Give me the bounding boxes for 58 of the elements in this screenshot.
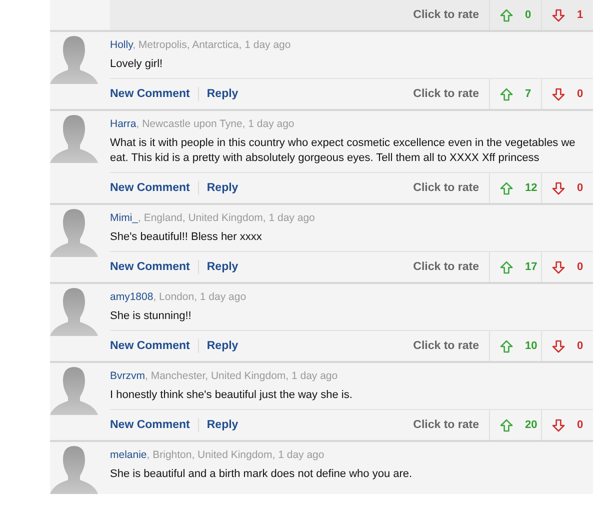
click-to-rate-label: Click to rate	[413, 88, 479, 100]
comment-link[interactable]: Reply	[206, 261, 238, 273]
comment-text: I honestly think she's beautiful just the way she is.	[110, 388, 354, 403]
comment-link[interactable]: New Comment	[110, 419, 190, 431]
comment-link[interactable]: Reply	[206, 419, 238, 431]
thumbs-up-arrow-icon[interactable]	[500, 260, 513, 274]
thumbs-down-arrow-icon[interactable]	[552, 340, 565, 352]
comment-link[interactable]: New Comment	[110, 182, 190, 194]
down-vote-count: 0	[577, 88, 584, 100]
thumbs-up-arrow-icon[interactable]	[500, 418, 513, 432]
click-to-rate-label: Click to rate	[413, 9, 479, 21]
comment-link[interactable]: Reply	[206, 340, 238, 352]
avatar-icon	[50, 207, 98, 257]
thumbs-up-arrow-icon[interactable]	[500, 88, 513, 100]
click-to-rate-label: Click to rate	[413, 419, 479, 431]
down-vote-count: 0	[577, 182, 584, 194]
comment-meta: Harra, Newcastle upon Tyne, 1 day ago	[110, 117, 296, 131]
up-vote-count: 20	[525, 419, 538, 431]
avatar-icon	[50, 113, 98, 163]
comment-text: Lovely girl!	[110, 57, 164, 72]
comment-meta: Bvrzvm, Manchester, United Kingdom, 1 day ago	[110, 369, 339, 383]
comment-link[interactable]: Reply	[206, 88, 238, 100]
avatar-icon	[50, 365, 98, 415]
comment-text: She is stunning!!	[110, 309, 192, 324]
avatar-icon	[50, 34, 98, 84]
comment-link[interactable]: Reply	[206, 182, 238, 194]
thumbs-up-arrow-icon[interactable]	[500, 182, 513, 194]
thumbs-up-arrow-icon[interactable]	[500, 8, 513, 22]
click-to-rate-label: Click to rate	[413, 340, 479, 352]
click-to-rate-label: Click to rate	[413, 261, 479, 273]
down-vote-count: 0	[577, 261, 584, 273]
up-vote-count: 7	[525, 88, 532, 100]
comment-meta: melanie, Brighton, United Kingdom, 1 day ago	[110, 448, 326, 462]
comment-meta: Mimi_, England, United Kingdom, 1 day ago	[110, 211, 316, 225]
thumbs-down-arrow-icon[interactable]	[552, 88, 565, 100]
up-vote-count: 0	[525, 9, 532, 21]
comment-link[interactable]: New Comment	[110, 88, 190, 100]
thumbs-down-arrow-icon[interactable]	[552, 8, 565, 22]
comment-meta: Holly, Metropolis, Antarctica, 1 day ago	[110, 38, 292, 52]
thumbs-down-arrow-icon[interactable]	[552, 182, 565, 194]
click-to-rate-label: Click to rate	[413, 182, 479, 194]
avatar-icon	[50, 444, 98, 494]
comment-meta: amy1808, London, 1 day ago	[110, 290, 248, 304]
down-vote-count: 0	[577, 340, 584, 352]
thumbs-down-arrow-icon[interactable]	[552, 260, 565, 274]
up-vote-count: 10	[525, 340, 538, 352]
comment-text: What is it with people in this country who expect cosmetic excellence even in the vegetables we eat. This kid is a pretty with absolutely gorgeous eyes. Tell them all to XXXX Xff princess	[110, 136, 576, 166]
up-vote-count: 17	[525, 261, 538, 273]
comment-text: She is beautiful and a birth mark does not define who you are.	[110, 467, 414, 482]
thumbs-down-arrow-icon[interactable]	[552, 418, 565, 432]
comment-link[interactable]: New Comment	[110, 340, 190, 352]
comment-link[interactable]: New Comment	[110, 261, 190, 273]
thumbs-up-arrow-icon[interactable]	[500, 340, 513, 352]
down-vote-count: 0	[577, 419, 584, 431]
down-vote-count: 1	[577, 9, 584, 21]
comment-text: She's beautiful!! Bless her xxxx	[110, 230, 263, 245]
avatar-icon	[50, 286, 98, 336]
up-vote-count: 12	[525, 182, 538, 194]
